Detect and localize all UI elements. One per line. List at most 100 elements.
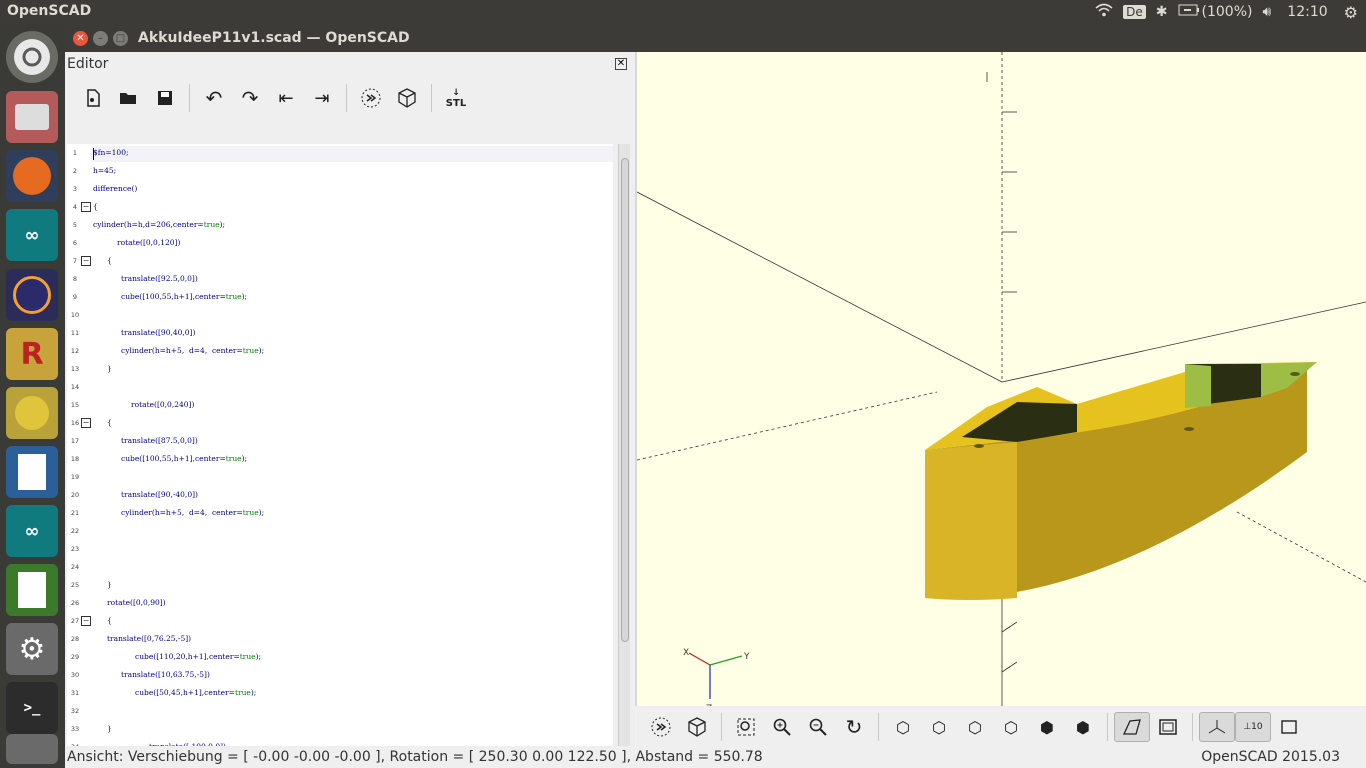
- code-line[interactable]: translate([10,63.75,-5]): [121, 670, 210, 679]
- line-number: 3: [72, 185, 78, 193]
- code-line[interactable]: }: [107, 724, 112, 733]
- view-all-icon[interactable]: [728, 712, 764, 742]
- volume-icon[interactable]: 🔊︎: [1262, 4, 1271, 20]
- undo-icon[interactable]: ↶: [196, 82, 232, 114]
- code-line[interactable]: translate([90,40,0]): [121, 328, 195, 337]
- dash-home-icon[interactable]: [6, 31, 58, 83]
- code-line[interactable]: }: [107, 364, 112, 373]
- version-label: OpenSCAD 2015.03: [1201, 749, 1340, 765]
- axis-x-label: X: [683, 648, 689, 658]
- fold-marker-icon[interactable]: −: [81, 418, 91, 428]
- code-line[interactable]: }: [107, 580, 112, 589]
- view-top-icon[interactable]: ⬡: [921, 712, 957, 742]
- indent-icon[interactable]: ⇥: [304, 82, 340, 114]
- zoom-in-icon[interactable]: [764, 712, 800, 742]
- code-line[interactable]: {: [93, 202, 98, 211]
- preview-icon[interactable]: [643, 712, 679, 742]
- save-file-icon[interactable]: [147, 82, 183, 114]
- fold-marker-icon[interactable]: −: [81, 616, 91, 626]
- show-axes-icon[interactable]: [1199, 712, 1235, 742]
- code-line[interactable]: $fn=100;: [93, 148, 129, 157]
- code-line[interactable]: translate([90,-40,0]): [121, 490, 198, 499]
- files-icon[interactable]: [6, 91, 58, 143]
- render-icon[interactable]: [679, 712, 715, 742]
- orthogonal-icon[interactable]: [1150, 712, 1186, 742]
- arduino-icon[interactable]: ∞: [6, 209, 58, 261]
- code-line[interactable]: cube([110,20,h+1],center=true);: [135, 652, 261, 661]
- code-line[interactable]: cube([100,55,h+1],center=true);: [121, 454, 247, 463]
- eclipse-icon[interactable]: [6, 269, 58, 321]
- code-line[interactable]: cylinder(h=h,d=206,center=true);: [93, 220, 225, 229]
- window-close-button[interactable]: ✕: [73, 31, 88, 46]
- code-line[interactable]: cube([100,55,h+1],center=true);: [121, 292, 247, 301]
- libreoffice-writer-icon[interactable]: [6, 446, 58, 498]
- system-settings-icon[interactable]: ⚙: [6, 623, 58, 675]
- unindent-icon[interactable]: ⇤: [268, 82, 304, 114]
- x-axis-positive: [1001, 301, 1366, 383]
- active-app-name: OpenSCAD: [7, 3, 92, 19]
- view-back-icon[interactable]: ⬢: [1065, 712, 1101, 742]
- code-line[interactable]: rotate([0,0,240]): [131, 400, 194, 409]
- perspective-icon[interactable]: [1114, 712, 1150, 742]
- code-line[interactable]: rotate([0,0,120]): [117, 238, 180, 247]
- code-line[interactable]: rotate([0,0,90]): [107, 598, 166, 607]
- code-line[interactable]: {: [107, 418, 112, 427]
- window-minimize-button[interactable]: –: [93, 31, 108, 46]
- axis-y-label: Y: [743, 652, 750, 662]
- view-left-icon[interactable]: ⬡: [993, 712, 1029, 742]
- 3d-viewport[interactable]: X Y Z: [637, 52, 1366, 706]
- line-number: 23: [70, 545, 80, 553]
- terminal-icon[interactable]: >_: [6, 682, 58, 734]
- line-number: 32: [70, 707, 80, 715]
- window-maximize-button[interactable]: □: [113, 31, 128, 46]
- line-number: 6: [72, 239, 78, 247]
- editor-close-button[interactable]: ✕: [615, 58, 627, 70]
- editor-scrollbar-thumb[interactable]: [621, 158, 629, 642]
- fold-marker-icon[interactable]: −: [81, 202, 91, 212]
- view-front-icon[interactable]: ⬢: [1029, 712, 1065, 742]
- libreoffice-calc-icon[interactable]: [6, 564, 58, 616]
- line-number: 20: [70, 491, 80, 499]
- code-line[interactable]: h=45;: [93, 166, 116, 175]
- 3d-scene[interactable]: X Y Z: [637, 52, 1366, 706]
- render-icon[interactable]: [389, 82, 425, 114]
- zoom-out-icon[interactable]: [800, 712, 836, 742]
- firefox-icon[interactable]: [6, 150, 58, 202]
- wifi-icon[interactable]: [1095, 3, 1113, 21]
- open-file-icon[interactable]: [111, 82, 147, 114]
- code-line[interactable]: cube([50,45,h+1],center=true);: [135, 688, 256, 697]
- code-line[interactable]: {: [107, 256, 112, 265]
- code-line[interactable]: translate([0,76.25,-5]): [107, 634, 191, 643]
- code-line[interactable]: difference(): [93, 184, 137, 193]
- openscad-icon[interactable]: [6, 387, 58, 439]
- code-line[interactable]: translate([92.5,0,0]): [121, 274, 198, 283]
- r-app-icon[interactable]: R: [6, 328, 58, 380]
- fold-marker-icon[interactable]: −: [81, 256, 91, 266]
- bluetooth-icon[interactable]: ✱: [1156, 4, 1168, 20]
- toolbar-separator: [1192, 713, 1193, 741]
- editor-scrollbar[interactable]: [618, 144, 630, 746]
- toolbar-separator: [346, 84, 347, 112]
- show-edges-icon[interactable]: [1271, 712, 1307, 742]
- arduino-icon-2[interactable]: ∞: [6, 505, 58, 557]
- code-line[interactable]: cylinder(h=h+5, d=4, center=true);: [121, 346, 264, 355]
- code-line[interactable]: translate([87.5,0,0]): [121, 436, 198, 445]
- code-line[interactable]: {: [107, 616, 112, 625]
- reset-view-icon[interactable]: ↻: [836, 712, 872, 742]
- redo-icon[interactable]: ↷: [232, 82, 268, 114]
- trash-icon[interactable]: [6, 734, 58, 764]
- system-gear-icon[interactable]: ⚙: [1344, 3, 1358, 22]
- preview-icon[interactable]: [353, 82, 389, 114]
- new-file-icon[interactable]: [75, 82, 111, 114]
- view-right-icon[interactable]: ⬡: [885, 712, 921, 742]
- show-scale-markers-icon[interactable]: ⊥10: [1235, 712, 1271, 742]
- export-stl-icon[interactable]: ↓ STL: [438, 82, 474, 114]
- code-line[interactable]: cylinder(h=h+5, d=4, center=true);: [121, 508, 264, 517]
- clock[interactable]: 12:10: [1287, 4, 1327, 20]
- code-editor[interactable]: 1 $fn=100; 2 h=45; 3 difference() 4−{5 cylinder…: [67, 144, 613, 746]
- code-line[interactable]: translate([-100,0,0]): [149, 742, 226, 746]
- keyboard-layout-indicator[interactable]: De: [1123, 5, 1146, 19]
- line-number: 13: [70, 365, 80, 373]
- view-bottom-icon[interactable]: ⬡: [957, 712, 993, 742]
- battery-icon[interactable]: [1178, 4, 1200, 20]
